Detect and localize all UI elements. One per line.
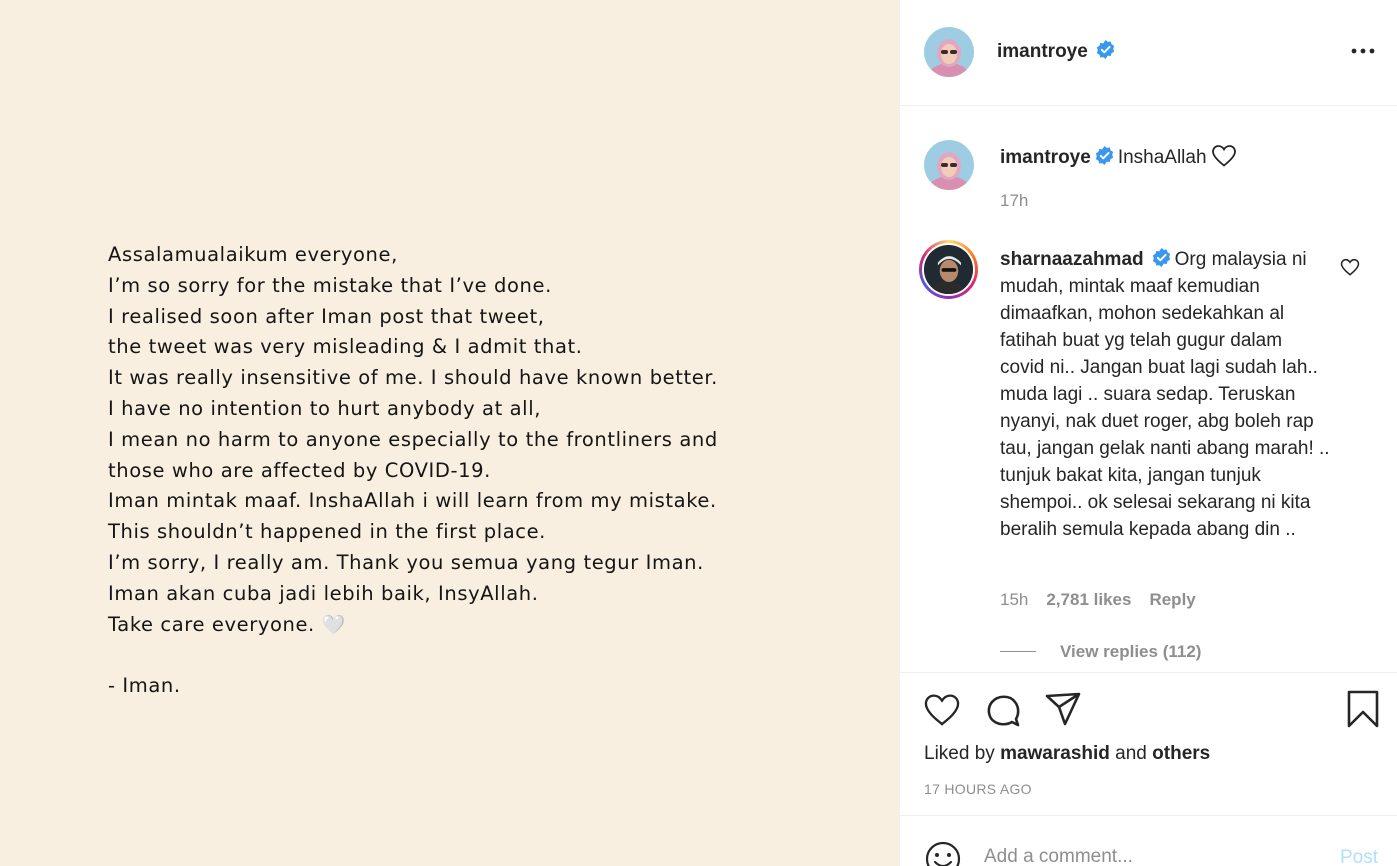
caption-avatar[interactable] [924, 140, 974, 190]
post-text-line: I’m so sorry for the mistake that I’ve d… [108, 273, 552, 297]
view-replies-label: View replies (112) [1060, 642, 1202, 661]
liked-by-and: and [1115, 743, 1147, 764]
header-username[interactable]: imantroye [997, 41, 1088, 62]
caption-text: InshaAllah [1117, 147, 1207, 168]
share-send-icon[interactable] [1044, 691, 1082, 727]
caption-time: 17h [1000, 191, 1029, 210]
post-text-line: This shouldn’t happened in the first pla… [108, 520, 546, 544]
post-text-blank-line [108, 640, 868, 671]
comment-time: 15h [1000, 590, 1029, 609]
reply-button[interactable]: Reply [1149, 590, 1195, 609]
white-heart-emoji-icon: 🤍 [321, 613, 346, 636]
post-text-line: those who are affected by COVID-19. [108, 458, 491, 482]
liked-by-others[interactable]: others [1152, 743, 1210, 764]
profile-avatar-icon [924, 27, 974, 77]
post-text-line: the tweet was very misleading & I admit … [108, 335, 583, 359]
verified-badge-icon [1095, 146, 1113, 165]
post-text-line: Iman akan cuba jadi lebih baik, InsyAlla… [108, 581, 539, 605]
comment-likes-count[interactable]: 2,781 likes [1046, 590, 1131, 609]
liked-by-username[interactable]: mawarashid [1000, 743, 1110, 764]
post-comment-button[interactable]: Post [1340, 847, 1378, 866]
post-image: Assalamualaikum everyone, I’m so sorry f… [0, 0, 899, 866]
like-heart-icon[interactable] [923, 692, 961, 727]
verified-badge-icon [1097, 40, 1115, 59]
caption: imantroye InshaAllah [1000, 144, 1237, 169]
post-text-line: I realised soon after Iman post that twe… [108, 304, 545, 328]
header-user: imantroye [997, 40, 1115, 63]
view-replies-button[interactable]: View replies (112) [1000, 642, 1201, 662]
view-replies-dash [1000, 651, 1036, 652]
comment-like-heart-icon[interactable] [1340, 258, 1360, 276]
post-text-line-content: Take care everyone. [108, 612, 315, 636]
liked-by-prefix: Liked by [924, 743, 995, 764]
post-text-signature: - Iman. [108, 674, 181, 698]
comment-username[interactable]: sharnaazahmad [1000, 249, 1144, 270]
comment-meta: 15h 2,781 likes Reply [1000, 590, 1214, 610]
heart-outline-emoji-icon [1211, 145, 1236, 167]
post-text-line: I mean no harm to anyone especially to t… [108, 427, 718, 451]
caption-username[interactable]: imantroye [1000, 147, 1091, 168]
more-options-icon[interactable] [1350, 40, 1376, 62]
comment-body: sharnaazahmad Org malaysia ni mudah, min… [1000, 246, 1330, 543]
post-text-line: Iman mintak maaf. InshaAllah i will lear… [108, 489, 717, 513]
save-bookmark-icon[interactable] [1346, 690, 1380, 728]
profile-avatar-icon [924, 140, 974, 190]
post-header: imantroye [900, 0, 1397, 106]
comment-input[interactable] [984, 842, 1314, 866]
post-text-line: I’m sorry, I really am. Thank you semua … [108, 550, 704, 574]
comment-text: Org malaysia ni mudah, mintak maaf kemud… [1000, 249, 1330, 540]
add-comment-bar: Post [900, 815, 1397, 866]
emoji-smiley-icon[interactable] [924, 840, 962, 866]
story-ring-avatar[interactable] [919, 240, 978, 299]
avatar[interactable] [924, 27, 974, 77]
post-actions: Liked by mawarashid and others 17 HOURS … [900, 672, 1397, 815]
liked-by: Liked by mawarashid and others [924, 743, 1210, 765]
post-statement-text: Assalamualaikum everyone, I’m so sorry f… [108, 240, 868, 702]
verified-badge-icon [1152, 248, 1170, 267]
commenter-avatar-icon [922, 243, 975, 296]
post-text-line: Take care everyone. 🤍 [108, 610, 868, 641]
post-text-line: It was really insensitive of me. I shoul… [108, 366, 718, 390]
comment-bubble-icon[interactable] [984, 691, 1022, 729]
post-text-line: I have no intention to hurt anybody at a… [108, 396, 542, 420]
comments-section: imantroye InshaAllah 17h sharnaazahmad O… [900, 106, 1397, 672]
post-side-panel: imantroye imantroye InshaAllah 17h sharn… [899, 0, 1397, 866]
post-timestamp: 17 HOURS AGO [924, 781, 1032, 797]
post-text-line: Assalamualaikum everyone, [108, 243, 398, 266]
